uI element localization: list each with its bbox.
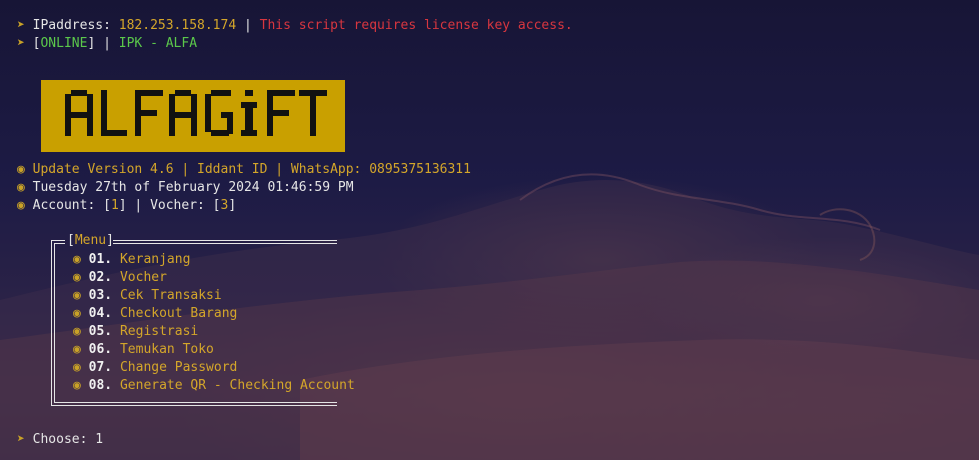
online-status: ONLINE (40, 36, 88, 51)
update-info: Update Version 4.6 | Iddant ID | WhatsAp… (32, 162, 471, 177)
terminal-window: ➤ IPaddress: 182.253.158.174 | This scri… (0, 0, 979, 460)
ip-label: IPaddress: (32, 18, 111, 33)
status-line: ➤ [ONLINE] | IPK - ALFA (17, 35, 197, 53)
menu-item-number: 01. (88, 252, 113, 267)
bullet-icon: ◉ (17, 198, 25, 213)
bullet-icon: ◉ (73, 270, 81, 285)
date-line: ◉ Tuesday 27th of February 2024 01:46:59… (17, 179, 354, 197)
bullet-icon: ◉ (73, 306, 81, 321)
date-time: Tuesday 27th of February 2024 01:46:59 P… (32, 180, 354, 195)
menu-item-number: 06. (88, 342, 113, 357)
menu-item-cek-transaksi[interactable]: ◉ 03. Cek Transaksi (73, 287, 222, 305)
account-line: ◉ Account: [1] | Vocher: [3] (17, 197, 236, 215)
menu-item-label: Temukan Toko (119, 342, 214, 357)
menu-item-vocher[interactable]: ◉ 02. Vocher (73, 269, 167, 287)
ip-address-line: ➤ IPaddress: 182.253.158.174 | This scri… (17, 17, 573, 35)
bullet-icon: ◉ (73, 342, 81, 357)
vocher-label: ] | Vocher: [ (118, 198, 221, 213)
menu-item-number: 05. (88, 324, 113, 339)
bullet-icon: ◉ (73, 378, 81, 393)
bullet-icon: ◉ (73, 324, 81, 339)
menu-item-label: Cek Transaksi (119, 288, 222, 303)
arrow-icon: ➤ (17, 36, 25, 51)
bracket-open: [ (67, 233, 75, 248)
account-label: Account: [ (32, 198, 111, 213)
bullet-icon: ◉ (17, 180, 25, 195)
choose-input-value[interactable]: 1 (95, 432, 103, 447)
account-count: 1 (110, 198, 119, 213)
bullet-icon: ◉ (73, 360, 81, 375)
menu-item-label: Registrasi (119, 324, 199, 339)
choose-prompt[interactable]: ➤ Choose: 1 (17, 431, 103, 449)
menu-item-number: 08. (88, 378, 113, 393)
menu-item-label: Checkout Barang (119, 306, 238, 321)
arrow-icon: ➤ (17, 18, 25, 33)
menu-item-number: 07. (88, 360, 113, 375)
bullet-icon: ◉ (73, 252, 81, 267)
menu-item-temukan-toko[interactable]: ◉ 06. Temukan Toko (73, 341, 214, 359)
menu-item-label: Generate QR - Checking Account (119, 378, 355, 393)
license-message: This script requires license key access. (259, 18, 573, 33)
menu-item-number: 02. (88, 270, 113, 285)
choose-label: Choose: (32, 432, 88, 447)
menu-item-checkout-barang[interactable]: ◉ 04. Checkout Barang (73, 305, 237, 323)
menu-item-registrasi[interactable]: ◉ 05. Registrasi (73, 323, 198, 341)
bracket-close: ] (87, 36, 96, 51)
menu-item-generate-qr[interactable]: ◉ 08. Generate QR - Checking Account (73, 377, 355, 395)
bracket-close: ] (228, 198, 237, 213)
update-version-line: ◉ Update Version 4.6 | Iddant ID | Whats… (17, 161, 471, 179)
ip-value: 182.253.158.174 (118, 18, 237, 33)
menu-item-label: Vocher (119, 270, 167, 285)
menu-item-keranjang[interactable]: ◉ 01. Keranjang (73, 251, 190, 269)
separator: | (103, 36, 111, 51)
menu-title-text: Menu (74, 233, 107, 248)
app-name: IPK - ALFA (118, 36, 198, 51)
menu-item-number: 03. (88, 288, 113, 303)
arrow-icon: ➤ (17, 432, 25, 447)
bracket-close: ] (106, 233, 114, 248)
alfagift-logo (41, 80, 345, 152)
menu-item-label: Change Password (119, 360, 238, 375)
menu-item-label: Keranjang (119, 252, 191, 267)
alfagift-logo-art (65, 90, 327, 136)
menu-box: [Menu] ◉ 01. Keranjang ◉ 02. Vocher ◉ 03… (51, 233, 355, 406)
separator: | (244, 18, 252, 33)
bullet-icon: ◉ (73, 288, 81, 303)
menu-item-number: 04. (88, 306, 113, 321)
menu-item-change-password[interactable]: ◉ 07. Change Password (73, 359, 237, 377)
menu-title: [Menu] (66, 233, 115, 249)
bullet-icon: ◉ (17, 162, 25, 177)
